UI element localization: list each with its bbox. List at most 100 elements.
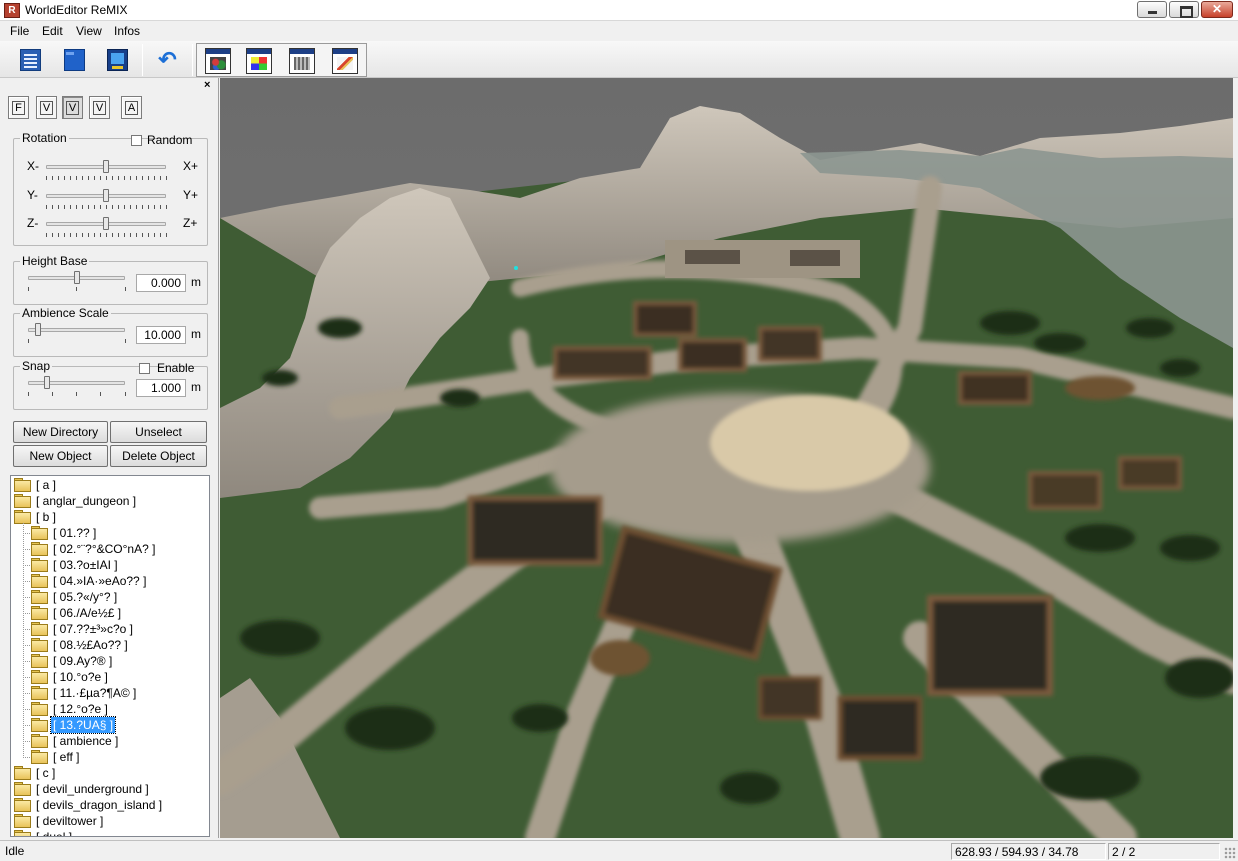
save-button[interactable] — [97, 44, 135, 76]
object-tree[interactable]: [ a ] [ anglar_dungeon ] [ b ] [ 01.?? ] [ 0… — [10, 475, 210, 837]
menu-file[interactable]: File — [10, 24, 29, 38]
tree-item[interactable]: [ devil_underground ] — [11, 781, 209, 797]
object-marker[interactable] — [514, 266, 518, 270]
tree-item[interactable]: [ 02.°¨?°&CO°nA? ] — [11, 541, 209, 557]
tree-item-label: [ ambience ] — [53, 734, 119, 748]
tree-item-label: [ anglar_dungeon ] — [36, 494, 137, 508]
random-checkbox[interactable] — [131, 135, 142, 146]
undo-icon: ↶ — [158, 47, 177, 72]
mode-button-v3[interactable]: V — [89, 96, 110, 119]
close-button[interactable] — [1201, 1, 1233, 18]
tree-item[interactable]: [ a ] — [11, 477, 209, 493]
maximize-button[interactable] — [1169, 1, 1199, 18]
tree-item[interactable]: [ 04.»IA·»eAo?? ] — [11, 573, 209, 589]
save-monitor-icon — [107, 49, 128, 71]
undo-button[interactable]: ↶ — [147, 44, 185, 76]
snap-enable-checkbox[interactable] — [139, 363, 150, 374]
ambience-scale-group: Ambience Scale 10.000 m — [13, 306, 208, 357]
open-folder-button[interactable] — [54, 44, 92, 76]
window-toggle-group — [196, 43, 367, 77]
rotation-title: Rotation — [20, 131, 69, 145]
tree-item[interactable]: [ eff ] — [11, 749, 209, 765]
mode-button-v1[interactable]: V — [36, 96, 57, 119]
tree-connector — [23, 645, 31, 646]
minimize-icon — [1138, 2, 1166, 17]
rotation-z-thumb[interactable] — [103, 217, 109, 230]
tree-item-label: [ 08.½£Ao?? ] — [53, 638, 128, 652]
tree-item-label: [ 03.?o±IAI ] — [53, 558, 118, 572]
snap-group: Snap Enable 1.000 m — [13, 359, 208, 410]
grid-window-icon[interactable] — [289, 48, 315, 74]
tree-item[interactable]: [ 12.°o?e ] — [11, 701, 209, 717]
mode-button-v2[interactable]: V — [62, 96, 83, 119]
app-logo-icon[interactable]: R — [4, 3, 20, 18]
snap-unit: m — [191, 380, 201, 394]
tree-item[interactable]: [ 09.Ay?® ] — [11, 653, 209, 669]
tree-item[interactable]: [ 08.½£Ao?? ] — [11, 637, 209, 653]
tree-item[interactable]: [ ambience ] — [11, 733, 209, 749]
tree-item[interactable]: [ 13.?UA§ ] — [11, 716, 209, 734]
tree-item[interactable]: [ anglar_dungeon ] — [11, 493, 209, 509]
tree-item[interactable]: [ c ] — [11, 765, 209, 781]
resize-grip-icon[interactable] — [1224, 847, 1236, 859]
panel-close-icon[interactable]: × — [204, 79, 210, 91]
snap-track[interactable] — [28, 381, 125, 385]
mode-button-a[interactable]: A — [121, 96, 142, 119]
tree-item[interactable]: [ 07.??±³»c?o ] — [11, 621, 209, 637]
ambience-scale-thumb[interactable] — [34, 323, 41, 336]
tree-item-label: [ 09.Ay?® ] — [53, 654, 113, 668]
rotation-x-ticks — [46, 176, 167, 180]
tree-item[interactable]: [ 06./A/e½£ ] — [11, 605, 209, 621]
toolbar: ↶ — [0, 41, 1238, 78]
new-object-button[interactable]: New Object — [13, 445, 108, 467]
title-bar: R WorldEditor ReMIX — [0, 0, 1238, 21]
tree-connector — [23, 757, 31, 758]
rotation-group: Rotation Random X- X+ Y- Y+ Z- Z+ — [13, 131, 208, 246]
tree-item[interactable]: [ b ] — [11, 509, 209, 525]
folder-icon — [31, 734, 48, 748]
objects-window-icon[interactable] — [205, 48, 231, 74]
minimize-button[interactable] — [1137, 1, 1167, 18]
folder-icon — [31, 702, 48, 716]
snap-field[interactable]: 1.000 — [136, 379, 186, 397]
menu-infos[interactable]: Infos — [114, 24, 140, 38]
rotation-z-slider-row: Z- Z+ — [14, 216, 207, 237]
tree-item[interactable]: [ 03.?o±IAI ] — [11, 557, 209, 573]
tree-item[interactable]: [ 01.?? ] — [11, 525, 209, 541]
ambience-scale-track[interactable] — [28, 328, 125, 332]
height-base-thumb[interactable] — [73, 271, 80, 284]
terrain-render — [220, 78, 1233, 838]
x-minus-label: X- — [27, 159, 39, 173]
new-document-button[interactable] — [10, 44, 48, 76]
fort-building — [790, 250, 840, 266]
rotation-y-thumb[interactable] — [103, 189, 109, 202]
toolbar-separator — [192, 44, 193, 76]
folder-icon — [31, 686, 48, 700]
rotation-y-ticks — [46, 205, 167, 209]
folder-icon — [31, 542, 48, 556]
tree-connector — [23, 613, 31, 614]
rotation-x-thumb[interactable] — [103, 160, 109, 173]
tree-item[interactable]: [ duel ] — [11, 829, 209, 836]
tree-item[interactable]: [ deviltower ] — [11, 813, 209, 829]
new-directory-button[interactable]: New Directory — [13, 421, 108, 443]
delete-object-button[interactable]: Delete Object — [110, 445, 207, 467]
tree-item[interactable]: [ 05.?«/y°? ] — [11, 589, 209, 605]
unselect-button[interactable]: Unselect — [110, 421, 207, 443]
menu-edit[interactable]: Edit — [42, 24, 63, 38]
palette-window-icon[interactable] — [246, 48, 272, 74]
3d-viewport[interactable] — [220, 78, 1233, 838]
ambience-scale-field[interactable]: 10.000 — [136, 326, 186, 344]
tree-item[interactable]: [ 10.°o?e ] — [11, 669, 209, 685]
snap-thumb[interactable] — [44, 376, 51, 389]
menu-view[interactable]: View — [76, 24, 102, 38]
folder-icon — [14, 798, 31, 812]
ambience-scale-title: Ambience Scale — [20, 306, 111, 320]
snap-title: Snap — [20, 359, 53, 373]
height-base-field[interactable]: 0.000 — [136, 274, 186, 292]
tree-item[interactable]: [ 11.·£µa?¶A© ] — [11, 685, 209, 701]
ambience-scale-ticks — [28, 339, 126, 343]
paint-window-icon[interactable] — [332, 48, 358, 74]
tree-item[interactable]: [ devils_dragon_island ] — [11, 797, 209, 813]
mode-button-f[interactable]: F — [8, 96, 29, 119]
